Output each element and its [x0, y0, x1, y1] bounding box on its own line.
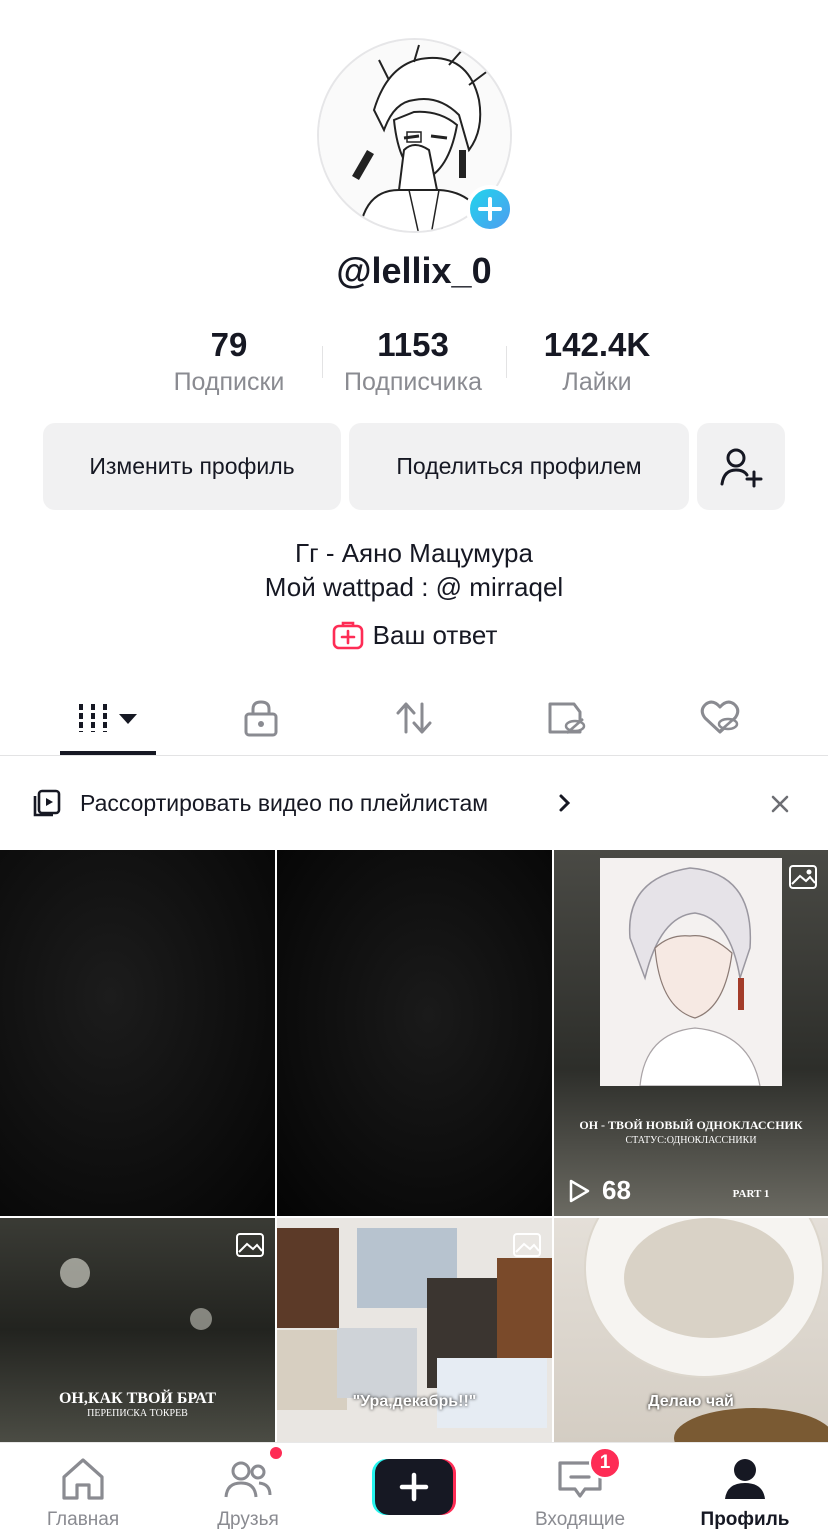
- friends-notification-dot: [268, 1445, 284, 1461]
- video-views: 68: [566, 1175, 631, 1206]
- tab-liked[interactable]: [660, 680, 780, 756]
- nav-friends-label: Друзья: [217, 1509, 279, 1530]
- video-caption-line-1: ОН - ТВОЙ НОВЫЙ ОДНОКЛАССНИК: [579, 1118, 803, 1132]
- stat-likes-label: Лайки: [562, 368, 632, 396]
- share-profile-button[interactable]: Поделиться профилем: [349, 423, 689, 510]
- nav-home-label: Главная: [46, 1509, 120, 1530]
- stat-followers-label: Подписчика: [343, 368, 482, 396]
- username: @lellix_0: [336, 250, 492, 291]
- photo-icon: [513, 1233, 541, 1257]
- video-thumbnail[interactable]: Делаю чай: [554, 1218, 828, 1442]
- stat-followers-value: 1153: [377, 326, 449, 363]
- stat-followers[interactable]: 1153 Подписчика: [313, 326, 513, 397]
- nav-home[interactable]: Главная: [8, 1443, 158, 1540]
- video-thumbnail[interactable]: ОН,КАК ТВОЙ БРАТ ПЕРЕПИСКА ТОКРЕВ: [0, 1218, 275, 1442]
- video-caption-line-1: ОН,КАК ТВОЙ БРАТ: [58, 1390, 216, 1407]
- stat-likes-value: 142.4K: [543, 326, 651, 363]
- profile-avatar[interactable]: [317, 38, 514, 233]
- create-button[interactable]: [372, 1459, 456, 1515]
- add-avatar-button[interactable]: [466, 185, 514, 233]
- video-caption-line-2: СТАТУС:ОДНОКЛАССНИКИ: [625, 1135, 757, 1146]
- bio-line-2: Мой wattpad : @ mirraqel: [264, 572, 564, 602]
- plus-icon: [478, 197, 502, 221]
- playlist-banner[interactable]: Рассортировать видео по плейлистам: [0, 760, 828, 848]
- grid-icon: [79, 704, 137, 732]
- video-thumbnail[interactable]: [0, 850, 275, 1216]
- tab-favorites[interactable]: [507, 680, 627, 756]
- photo-icon: [236, 1233, 264, 1257]
- inbox-badge: 1: [589, 1447, 621, 1479]
- nav-friends[interactable]: Друзья: [173, 1443, 323, 1540]
- add-user-icon: [720, 448, 763, 487]
- repost-icon: [396, 702, 432, 734]
- stat-following[interactable]: 79 Подписки: [129, 326, 329, 397]
- plus-icon: [399, 1472, 429, 1502]
- nav-inbox[interactable]: 1 Входящие: [505, 1443, 655, 1540]
- home-icon: [62, 1458, 104, 1500]
- tab-videos[interactable]: [48, 680, 168, 756]
- bookmark-hidden-icon: [548, 702, 586, 734]
- close-icon[interactable]: [766, 790, 794, 818]
- add-friends-button[interactable]: [697, 423, 785, 510]
- nav-profile[interactable]: Профиль: [670, 1443, 820, 1540]
- video-part-label: PART 1: [732, 1188, 770, 1200]
- stat-following-label: Подписки: [173, 368, 285, 396]
- stat-likes[interactable]: 142.4K Лайки: [497, 326, 697, 397]
- nav-profile-label: Профиль: [700, 1509, 790, 1530]
- edit-profile-button[interactable]: Изменить профиль: [43, 423, 341, 510]
- playlist-icon: [33, 789, 61, 817]
- video-caption-line-2: ПЕРЕПИСКА ТОКРЕВ: [87, 1408, 188, 1419]
- tab-private[interactable]: [201, 680, 321, 756]
- video-thumbnail[interactable]: [277, 850, 552, 1216]
- video-caption: "Ура,декабрь!!": [352, 1393, 477, 1410]
- liked-hidden-icon: [700, 700, 740, 734]
- video-caption: Делаю чай: [648, 1393, 734, 1410]
- tab-reposts[interactable]: [354, 680, 474, 756]
- chevron-right-icon: [559, 794, 571, 812]
- lock-icon: [244, 700, 278, 737]
- stat-following-value: 79: [210, 326, 248, 363]
- answer-icon: [332, 621, 363, 650]
- playlist-banner-text: Рассортировать видео по плейлистам: [80, 790, 489, 816]
- video-grid: ОН - ТВОЙ НОВЫЙ ОДНОКЛАССНИК СТАТУС:ОДНО…: [0, 850, 828, 1442]
- play-icon: [569, 1179, 590, 1202]
- video-thumbnail[interactable]: ОН - ТВОЙ НОВЫЙ ОДНОКЛАССНИК СТАТУС:ОДНО…: [554, 850, 828, 1216]
- nav-inbox-label: Входящие: [534, 1509, 626, 1530]
- video-views-count: 68: [602, 1175, 631, 1205]
- profile-icon: [725, 1459, 765, 1499]
- your-answer-label: Ваш ответ: [372, 619, 498, 650]
- profile-tabs: [0, 680, 828, 756]
- your-answer-link[interactable]: Ваш ответ: [0, 618, 828, 652]
- active-tab-indicator: [60, 751, 156, 755]
- bio-line-1: Гг - Аяно Мацумура: [295, 538, 533, 568]
- friends-icon: [224, 1461, 272, 1498]
- photo-icon: [789, 865, 817, 889]
- video-thumbnail[interactable]: "Ура,декабрь!!": [277, 1218, 552, 1442]
